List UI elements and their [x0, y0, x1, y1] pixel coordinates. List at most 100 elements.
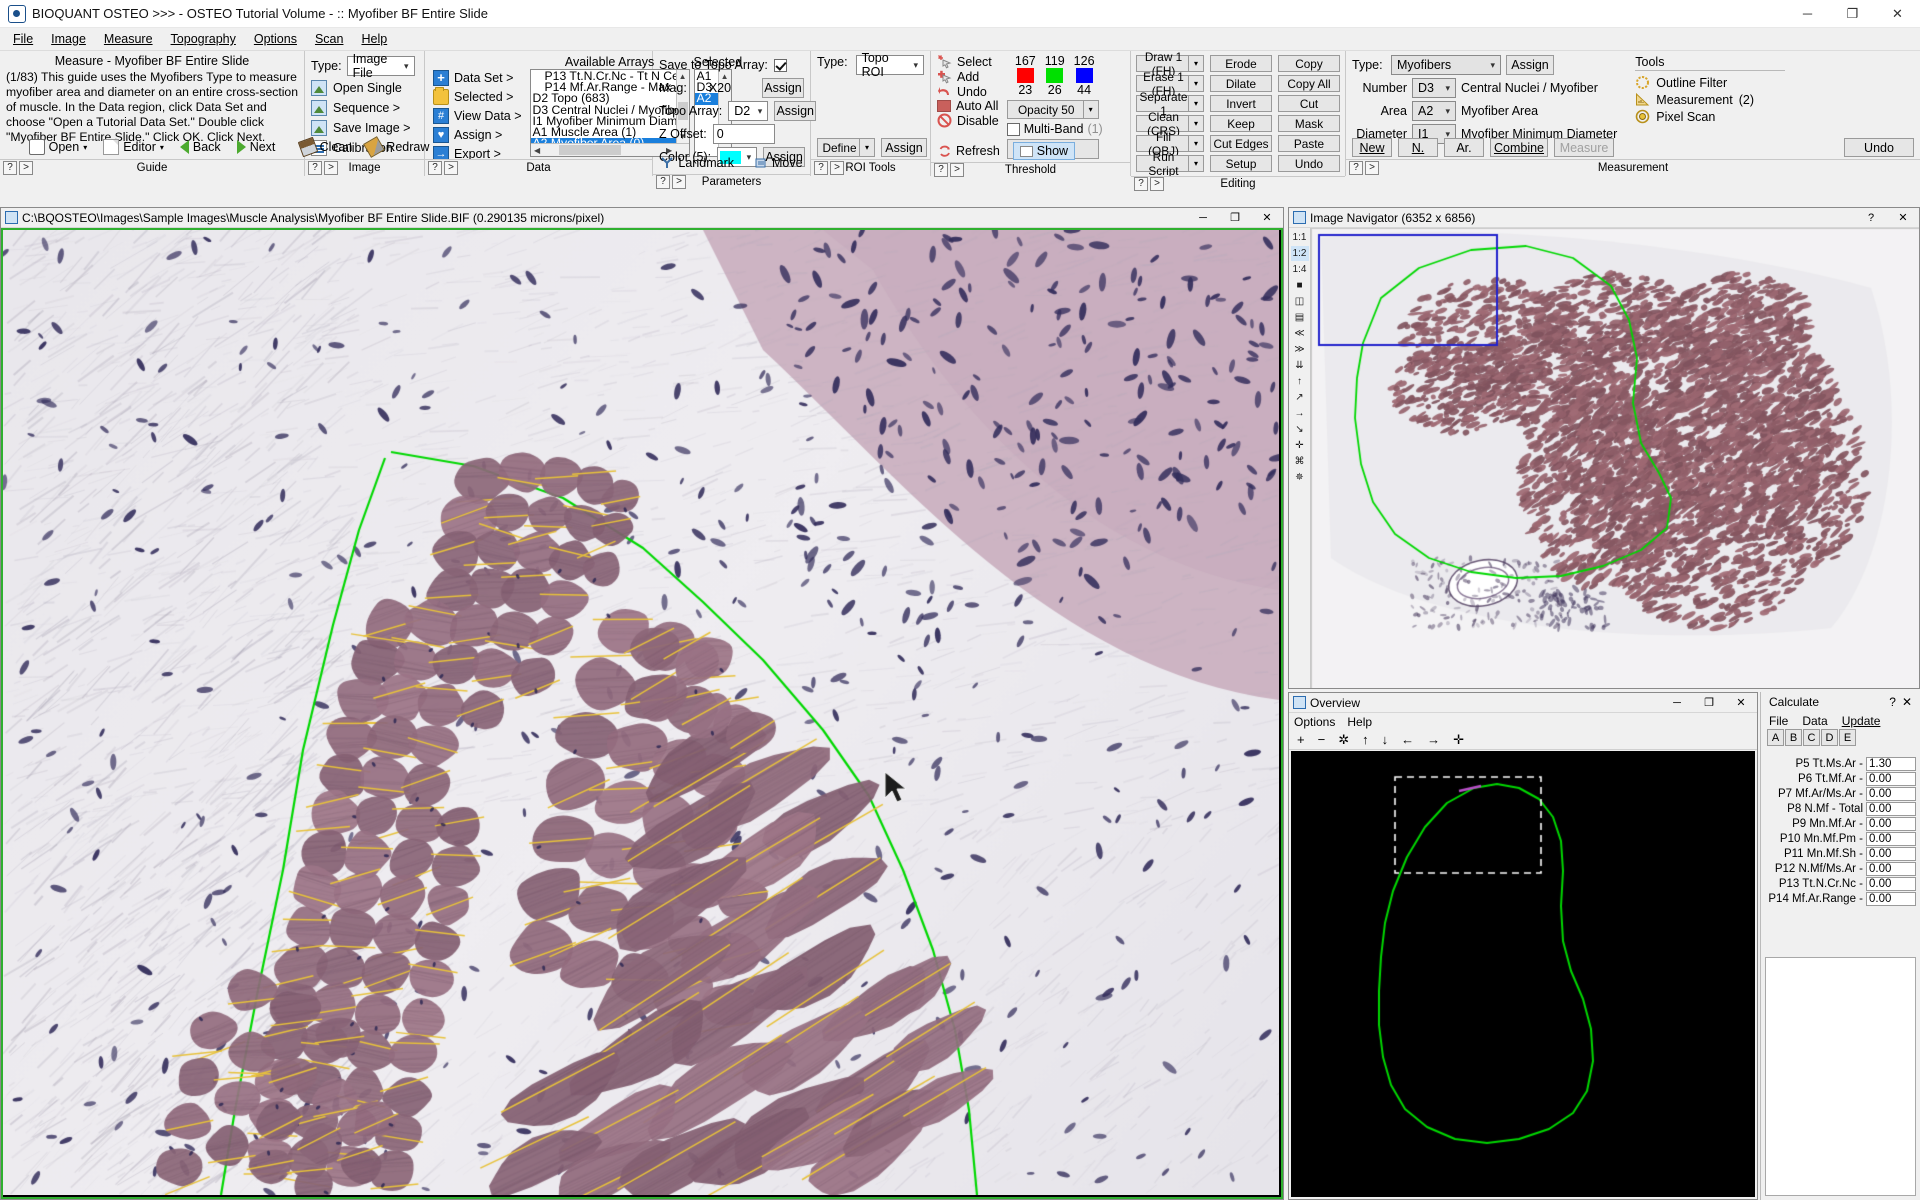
split-view-icon[interactable]: ◫ [1291, 294, 1309, 309]
chevron-down-icon[interactable]: ▾ [1188, 56, 1203, 71]
pixel-scan-tool[interactable]: Pixel Scan [1635, 108, 1785, 125]
menu-topography[interactable]: Topography [162, 30, 245, 48]
roi-type-select[interactable]: Topo ROI ▾ [855, 51, 924, 79]
zoom-1-4-button[interactable]: 1:4 [1291, 262, 1309, 277]
data-set-button[interactable]: + Data Set > [429, 69, 526, 87]
image-window-maximize[interactable]: ❐ [1219, 208, 1251, 228]
threshold-add-button[interactable]: Add [935, 69, 1001, 84]
threshold-auto-all-button[interactable]: Auto All [935, 99, 1001, 113]
blue-swatch[interactable] [1075, 68, 1093, 83]
calc-value[interactable]: 0.00 [1866, 771, 1916, 786]
guide-next-button[interactable]: Next [234, 138, 279, 156]
calc-value[interactable]: 0.00 [1866, 861, 1916, 876]
data-assign-button[interactable]: ♥ Assign > [429, 126, 526, 144]
hscroll-thumb[interactable] [558, 145, 621, 155]
zoom-1-1-button[interactable]: 1:1 [1291, 230, 1309, 245]
chevron-down-icon[interactable]: ▾ [1082, 101, 1098, 118]
calc-value[interactable]: 0.00 [1866, 891, 1916, 906]
overview-close[interactable]: ✕ [1725, 693, 1757, 713]
setup-button[interactable]: Setup [1210, 155, 1272, 172]
image-window-minimize[interactable]: ─ [1187, 208, 1219, 228]
scroll-left-icon[interactable]: ◀ [531, 144, 544, 156]
topo-array-select[interactable]: D2 ▾ [728, 101, 769, 121]
window-maximize-button[interactable]: ❐ [1830, 0, 1875, 28]
calculate-tab-e[interactable]: E [1839, 729, 1856, 746]
overview-menu-options[interactable]: Options [1294, 715, 1335, 729]
threshold-select-button[interactable]: Select [935, 54, 1001, 69]
measurement-n-button[interactable]: N. [1398, 138, 1438, 157]
zoom-1-2-button[interactable]: 1:2 [1290, 246, 1309, 261]
overview-zoom-in-icon[interactable]: + [1297, 732, 1305, 747]
calculate-close-button[interactable]: ✕ [1902, 695, 1920, 709]
fill-square-icon[interactable]: ■ [1291, 278, 1309, 293]
threshold-refresh-button[interactable]: Refresh [935, 142, 1003, 160]
measurement-assign-button[interactable]: Assign [1506, 55, 1554, 75]
calculate-tab-a[interactable]: A [1767, 729, 1784, 746]
overview-minimize[interactable]: ─ [1661, 693, 1693, 713]
image-sequence-button[interactable]: Sequence > [305, 98, 424, 118]
crop-icon[interactable]: ⌘ [1291, 454, 1309, 469]
calculate-tab-d[interactable]: D [1821, 729, 1838, 746]
image-window-close[interactable]: ✕ [1251, 208, 1283, 228]
measurement-undo-button[interactable]: Undo [1844, 138, 1914, 157]
chevron-down-icon[interactable]: ▾ [859, 139, 874, 156]
chevron-down-icon[interactable]: ▾ [1188, 76, 1203, 91]
mask-button[interactable]: Mask [1278, 115, 1340, 132]
calculate-menu-update[interactable]: Update [1842, 714, 1881, 728]
image-open-single-button[interactable]: Open Single [305, 78, 424, 98]
menu-image[interactable]: Image [42, 30, 95, 48]
threshold-show-button[interactable]: Show [1012, 142, 1076, 160]
overview-up-icon[interactable]: ↑ [1362, 732, 1369, 747]
overview-center-icon[interactable]: ✲ [1338, 732, 1349, 748]
sparkle-icon[interactable]: ✵ [1291, 470, 1309, 485]
overview-down-icon[interactable]: ↓ [1382, 732, 1389, 747]
calc-value[interactable]: 0.00 [1866, 831, 1916, 846]
image-canvas[interactable] [1, 228, 1283, 1199]
calc-value[interactable]: 0.00 [1866, 786, 1916, 801]
cut-button[interactable]: Cut [1278, 95, 1340, 112]
guide-editor-button[interactable]: Editor ▾ [100, 137, 167, 157]
move-up-icon[interactable]: ↑ [1291, 374, 1309, 389]
measurement-combine-button[interactable]: Combine [1490, 138, 1548, 157]
overview-left-icon[interactable]: ← [1401, 732, 1414, 747]
chevron-down-icon[interactable]: ▾ [1188, 156, 1203, 171]
navigator-close-button[interactable]: ✕ [1887, 208, 1919, 228]
menu-options[interactable]: Options [245, 30, 306, 48]
menu-scan[interactable]: Scan [306, 30, 353, 48]
copy-button[interactable]: Copy [1278, 55, 1340, 72]
calculate-menu-file[interactable]: File [1769, 714, 1788, 728]
move-up-right-icon[interactable]: ↗ [1291, 390, 1309, 405]
overview-maximize[interactable]: ❐ [1693, 693, 1725, 713]
navigator-canvas[interactable] [1311, 228, 1919, 688]
overview-zoom-out-icon[interactable]: − [1318, 732, 1326, 747]
navigator-help-button[interactable]: ? [1855, 208, 1887, 228]
overview-menu-help[interactable]: Help [1347, 715, 1372, 729]
green-swatch[interactable] [1046, 68, 1064, 83]
topo-array-assign-button[interactable]: Assign [774, 101, 817, 121]
image-save-button[interactable]: Save Image > [305, 118, 424, 138]
image-type-select[interactable]: Image File ▾ [346, 52, 415, 80]
keep-button[interactable]: Keep [1210, 115, 1272, 132]
image-redraw-button[interactable]: Redraw [363, 136, 432, 158]
move-button[interactable]: Move [751, 154, 806, 172]
calculate-menu-data[interactable]: Data [1802, 714, 1827, 728]
calc-value[interactable]: 0.00 [1866, 876, 1916, 891]
roi-define-button[interactable]: Define ▾ [817, 138, 875, 157]
measurement-ar-button[interactable]: Ar. [1444, 138, 1484, 157]
chevron-down-icon[interactable]: ▾ [1188, 116, 1203, 131]
data-view-button[interactable]: # View Data > [429, 107, 526, 125]
overview-crosshair-icon[interactable]: ✛ [1453, 732, 1464, 748]
overview-right-icon[interactable]: → [1427, 732, 1440, 747]
calculate-tab-b[interactable]: B [1785, 729, 1802, 746]
stack-view-icon[interactable]: ▤ [1291, 310, 1309, 325]
calculate-tab-c[interactable]: C [1803, 729, 1820, 746]
last-page-icon[interactable]: ≫ [1291, 342, 1309, 357]
menu-help[interactable]: Help [352, 30, 396, 48]
invert-button[interactable]: Invert [1210, 95, 1272, 112]
mag-assign-button[interactable]: Assign [762, 78, 804, 98]
calc-value[interactable]: 1.30 [1866, 756, 1916, 771]
chevron-down-icon[interactable]: ▾ [1188, 96, 1203, 111]
guide-open-button[interactable]: Open ▾ [26, 137, 91, 157]
red-swatch[interactable] [1016, 68, 1034, 83]
window-close-button[interactable]: ✕ [1875, 0, 1920, 28]
